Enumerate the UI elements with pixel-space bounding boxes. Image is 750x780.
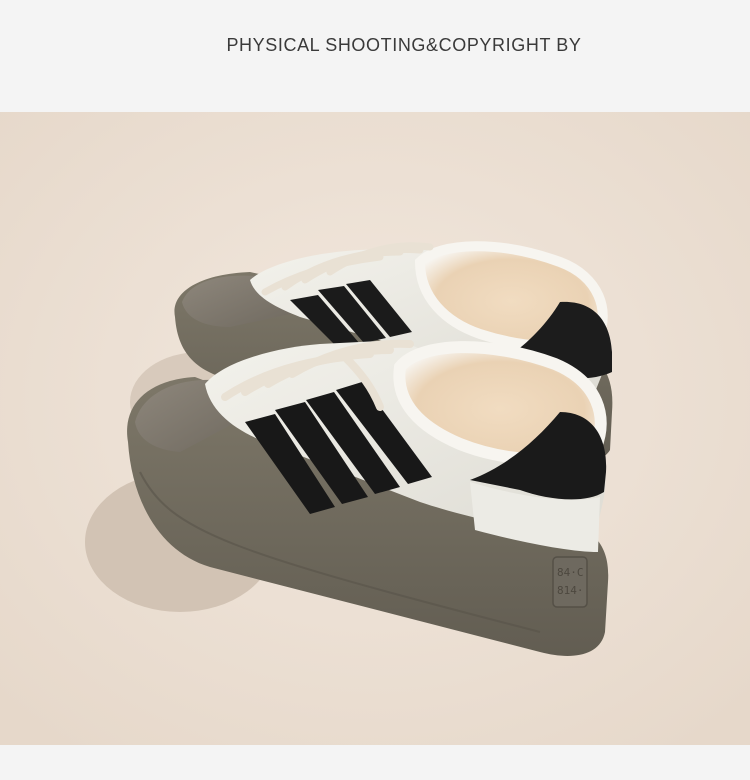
heel-emboss-line1: 84·C — [557, 566, 584, 579]
header-banner: PHYSICAL SHOOTING&COPYRIGHT BY — [0, 0, 750, 112]
product-photo: 84·C 814· — [0, 112, 750, 745]
header-title: PHYSICAL SHOOTING&COPYRIGHT BY — [226, 35, 582, 55]
footer-band — [0, 745, 750, 780]
sneaker-illustration: 84·C 814· — [0, 112, 750, 745]
heel-emboss-line2: 814· — [557, 584, 584, 597]
heel-emboss-plate — [552, 556, 588, 608]
